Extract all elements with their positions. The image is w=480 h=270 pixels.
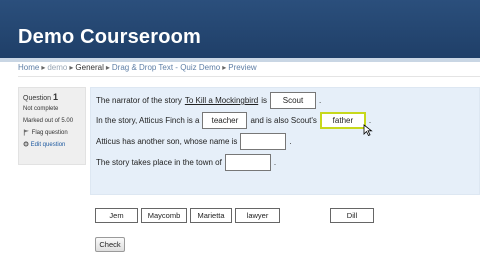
- drop-zone-occupation[interactable]: teacher: [202, 112, 248, 129]
- question-number-value: 1: [52, 92, 58, 102]
- answer-choices: Jem Maycomb Marietta lawyer Dill: [90, 195, 480, 230]
- question-number: Question 1: [23, 91, 81, 103]
- question-info-panel: Question 1 Not complete Marked out of 5.…: [18, 87, 86, 165]
- site-header: Demo Courseroom: [0, 0, 480, 58]
- breadcrumb-separator: ▸: [41, 63, 46, 72]
- line4-period: .: [273, 158, 277, 167]
- breadcrumb-quiz[interactable]: Drag & Drop Text - Quiz Demo: [112, 63, 220, 72]
- question-line-3: Atticus has another son, whose name is .: [96, 133, 292, 150]
- line1-mid-text: is: [261, 96, 267, 105]
- gear-icon: [23, 141, 29, 147]
- drop-zone-narrator[interactable]: Scout: [269, 92, 316, 109]
- site-title[interactable]: Demo Courseroom: [18, 26, 201, 49]
- check-button[interactable]: Check: [95, 237, 125, 252]
- line3-text: Atticus has another son, whose name is: [96, 137, 238, 146]
- choice-lawyer[interactable]: lawyer: [235, 208, 280, 223]
- choice-maycomb[interactable]: Maycomb: [141, 208, 187, 223]
- line4-text: The story takes place in the town of: [96, 158, 222, 167]
- choice-marietta[interactable]: Marietta: [190, 208, 232, 223]
- question-line-4: The story takes place in the town of .: [96, 154, 276, 171]
- edit-question-label: Edit question: [30, 142, 66, 148]
- line2-text: In the story, Atticus Finch is a: [96, 116, 200, 125]
- line1-text: The narrator of the story: [96, 96, 182, 105]
- breadcrumb-separator: ▸: [222, 63, 227, 72]
- breadcrumb-general[interactable]: General: [75, 63, 103, 72]
- flag-question-label: Flag question: [31, 130, 68, 136]
- line1-period: .: [318, 96, 322, 105]
- choice-jem[interactable]: Jem: [95, 208, 138, 223]
- line2-mid-text: and is also Scout's: [250, 116, 317, 125]
- drop-zone-town[interactable]: [224, 154, 271, 171]
- flag-question-link[interactable]: Flag question: [23, 127, 81, 139]
- question-content: The narrator of the story To Kill a Mock…: [90, 87, 480, 195]
- choice-dill[interactable]: Dill: [330, 208, 374, 223]
- breadcrumb-separator: ▸: [105, 63, 110, 72]
- question-label: Question: [23, 95, 52, 102]
- question-line-2: In the story, Atticus Finch is a teacher…: [96, 112, 371, 129]
- breadcrumb-preview[interactable]: Preview: [228, 63, 256, 72]
- move-cursor-icon: [363, 124, 373, 136]
- question-marks: Marked out of 5.00: [23, 118, 74, 124]
- drop-zone-son[interactable]: [240, 133, 287, 150]
- breadcrumb-divider: [18, 76, 480, 77]
- breadcrumb-demo[interactable]: demo: [47, 63, 67, 72]
- book-title: To Kill a Mockingbird: [184, 96, 259, 105]
- drop-zone-relation[interactable]: father: [319, 112, 366, 129]
- breadcrumb-separator: ▸: [69, 63, 74, 72]
- header-divider: [0, 58, 480, 62]
- flag-icon: [23, 129, 29, 136]
- breadcrumb-home[interactable]: Home: [18, 63, 39, 72]
- edit-question-link[interactable]: Edit question: [23, 139, 81, 151]
- question-status: Not complete: [23, 106, 59, 112]
- line3-period: .: [289, 137, 292, 146]
- breadcrumb: Home ▸ demo ▸ General ▸ Drag & Drop Text - Qui…: [18, 63, 257, 72]
- question-line-1: The narrator of the story To Kill a Mock…: [96, 92, 321, 109]
